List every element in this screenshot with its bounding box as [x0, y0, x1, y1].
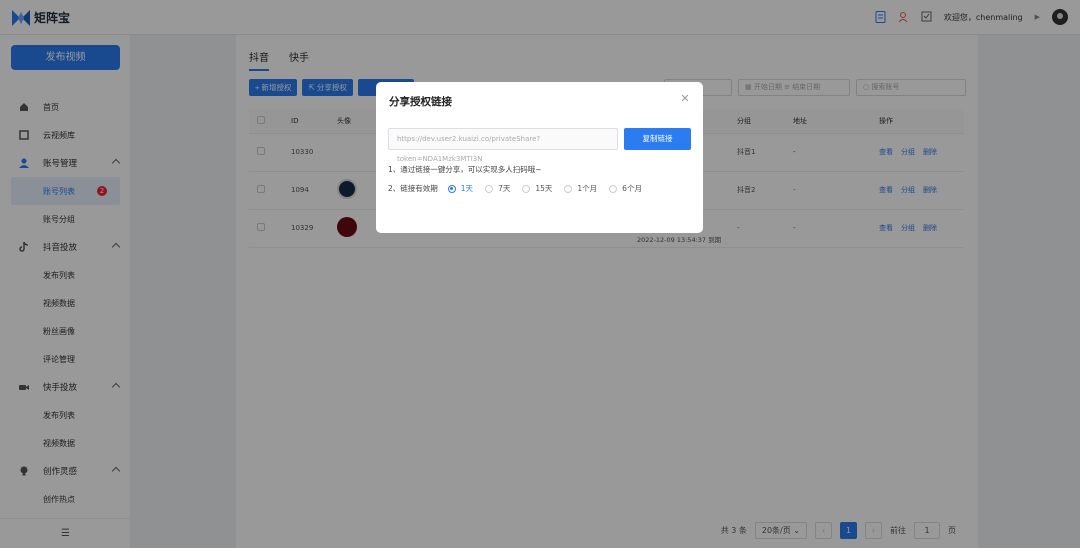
option-1-day[interactable]: 1天	[447, 183, 474, 194]
radio-icon	[609, 184, 618, 193]
share-tip: 1、通过链接一键分享，可以实现多人扫码哦~	[388, 165, 542, 174]
option-label: 7天	[498, 184, 511, 193]
share-url-field[interactable]: https://dev.user2.kuaizi.co/privateShare…	[388, 128, 618, 163]
option-label: 1天	[460, 184, 474, 193]
option-6-months[interactable]: 6个月	[609, 183, 642, 194]
close-icon[interactable]: ✕	[680, 93, 690, 104]
validity-label: 2、链接有效期	[388, 184, 438, 193]
option-7-days[interactable]: 7天	[485, 183, 510, 194]
dialog-title: 分享授权链接	[389, 96, 452, 108]
option-15-days[interactable]: 15天	[522, 183, 552, 194]
share-link-dialog: 分享授权链接 ✕ https://dev.user2.kuaizi.co/pri…	[376, 82, 703, 233]
option-label: 1个月	[577, 184, 598, 193]
radio-icon	[485, 184, 494, 193]
radio-icon	[564, 184, 573, 193]
radio-checked-icon	[447, 184, 456, 193]
option-1-month[interactable]: 1个月	[564, 183, 597, 194]
validity-row: 2、链接有效期 1天 7天 15天 1个月 6个月	[388, 183, 642, 194]
option-label: 15天	[535, 184, 553, 193]
radio-icon	[522, 184, 531, 193]
option-label: 6个月	[622, 184, 642, 193]
copy-link-button[interactable]: 复制链接	[624, 128, 691, 150]
validity-options: 1天 7天 15天 1个月 6个月	[447, 183, 642, 194]
